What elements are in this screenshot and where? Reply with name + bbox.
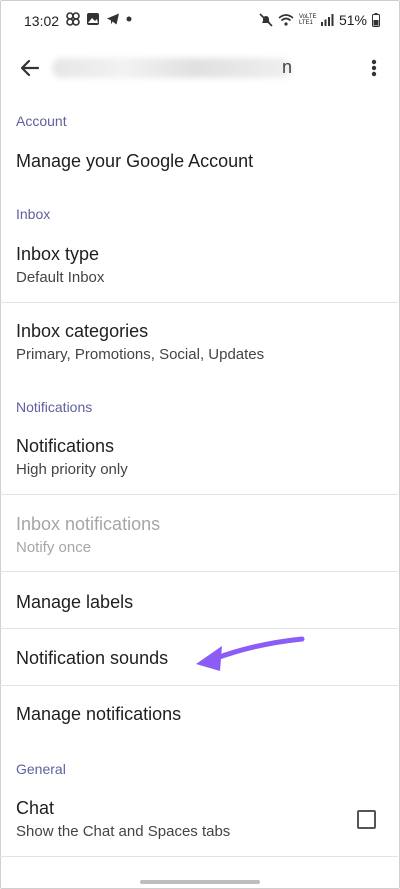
status-bar: 13:02 VoLTE LTE1 51% — [0, 0, 400, 40]
more-vert-icon — [371, 59, 377, 77]
annotation-arrow-icon — [196, 636, 305, 671]
network-label: VoLTE LTE1 — [298, 14, 317, 26]
section-header-notifications: Notifications — [16, 399, 93, 415]
pinwheel-icon — [66, 12, 80, 26]
dot-icon — [126, 16, 132, 22]
signal-icon — [320, 14, 334, 26]
chat-checkbox[interactable] — [357, 810, 376, 829]
more-options-button[interactable] — [360, 52, 388, 84]
section-header-general: General — [16, 761, 66, 777]
battery-percent: 51% — [338, 12, 367, 28]
section-header-inbox: Inbox — [16, 206, 51, 222]
mute-icon — [259, 13, 273, 27]
item-title: Chat — [16, 798, 55, 818]
chat-item[interactable]: Chat Show the Chat and Spaces tabs — [0, 786, 398, 856]
gallery-icon — [87, 13, 99, 25]
telegram-icon — [107, 13, 119, 25]
item-title: Inbox categories — [16, 321, 149, 341]
inbox-type-item[interactable]: Inbox type Default Inbox — [0, 232, 398, 302]
wifi-icon — [278, 14, 294, 26]
item-subtitle: Notify once — [16, 539, 92, 556]
item-title: Inbox notifications — [16, 514, 161, 534]
item-title: Inbox type — [16, 244, 100, 264]
account-email-tail: n — [282, 57, 293, 77]
system-icons: VoLTE LTE1 51% — [259, 12, 380, 28]
back-button[interactable] — [14, 52, 46, 84]
manage-notifications-item[interactable]: Manage notifications — [0, 686, 398, 742]
gesture-nav-handle[interactable] — [140, 880, 260, 884]
item-subtitle: Primary, Promotions, Social, Updates — [16, 346, 265, 363]
manage-google-account-item[interactable]: Manage your Google Account — [0, 140, 398, 188]
battery-icon — [372, 13, 380, 27]
divider — [0, 856, 398, 857]
inbox-notifications-item: Inbox notifications Notify once — [0, 495, 398, 571]
item-title: Manage notifications — [16, 704, 182, 724]
notifications-item[interactable]: Notifications High priority only — [0, 424, 398, 494]
item-title: Manage labels — [16, 592, 134, 612]
inbox-categories-item[interactable]: Inbox categories Primary, Promotions, So… — [0, 303, 398, 386]
status-time: 13:02 — [24, 13, 60, 29]
item-subtitle: Default Inbox — [16, 269, 105, 286]
section-header-account: Account — [16, 113, 67, 129]
item-title: Notifications — [16, 436, 115, 456]
arrow-back-icon — [20, 59, 40, 77]
account-email-blurred — [52, 58, 292, 78]
item-subtitle: Show the Chat and Spaces tabs — [16, 823, 231, 840]
app-bar: n — [0, 40, 400, 96]
item-title: Manage your Google Account — [16, 151, 254, 171]
item-title: Notification sounds — [16, 648, 169, 668]
item-subtitle: High priority only — [16, 461, 128, 478]
manage-labels-item[interactable]: Manage labels — [0, 572, 398, 628]
notification-icons — [66, 12, 132, 26]
